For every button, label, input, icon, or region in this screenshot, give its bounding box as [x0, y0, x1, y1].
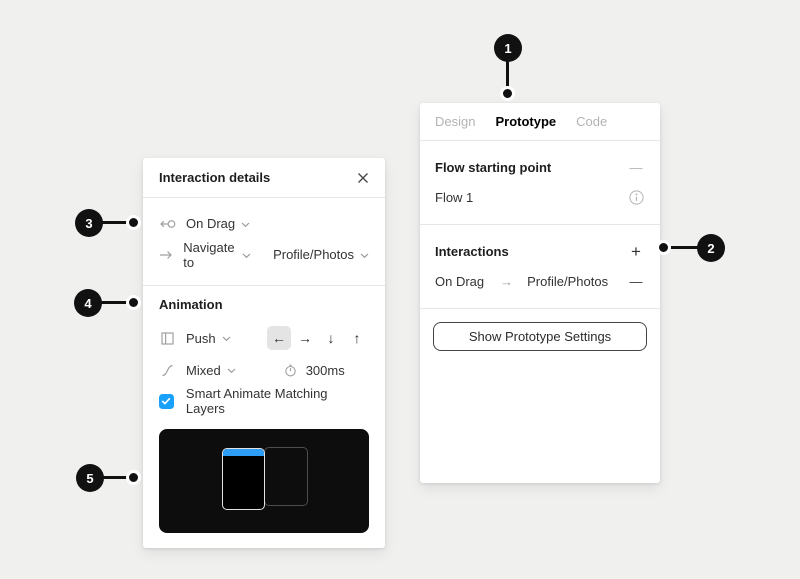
info-icon[interactable]	[627, 189, 645, 205]
preview-frame-header-bar	[223, 449, 264, 456]
chevron-down-icon	[222, 336, 231, 342]
preview-frame-target	[264, 447, 308, 506]
animation-type-row: Push ← → ↓ ↑	[159, 322, 369, 354]
duration-value[interactable]: 300ms	[306, 363, 345, 378]
animation-heading-row: Animation	[159, 286, 369, 322]
animation-heading: Animation	[159, 296, 223, 312]
panel-tabs: Design Prototype Code	[420, 103, 660, 141]
trigger-label: On Drag	[186, 216, 236, 231]
smart-animate-checkbox[interactable]	[159, 393, 174, 409]
action-row: Navigate to Profile/Photos	[159, 239, 369, 270]
easing-row: Mixed 300ms	[159, 354, 369, 386]
destination-dropdown[interactable]: Profile/Photos	[273, 247, 369, 262]
trigger-row: On Drag	[159, 208, 369, 239]
settings-button-area: Show Prototype Settings	[420, 309, 660, 364]
direction-down-button[interactable]: ↓	[319, 326, 343, 350]
arrow-right-icon	[159, 250, 173, 260]
dialog-title: Interaction details	[159, 170, 271, 185]
callout-5-badge: 5	[76, 464, 104, 492]
callout-3-dot	[126, 215, 141, 230]
callout-5-dot	[126, 470, 141, 485]
duration-clock-icon	[284, 364, 297, 377]
trigger-dropdown[interactable]: On Drag	[186, 216, 250, 231]
animation-type-dropdown[interactable]: Push	[186, 331, 231, 346]
chevron-down-icon	[242, 253, 251, 259]
callout-4-badge: 4	[74, 289, 102, 317]
dialog-header: Interaction details	[143, 158, 385, 198]
tab-code[interactable]: Code	[576, 114, 607, 129]
animation-type-label: Push	[186, 330, 216, 346]
animation-section: Animation Push ← → ↓ ↑ Mixed 300ms Smart…	[143, 286, 385, 533]
show-prototype-settings-button[interactable]: Show Prototype Settings	[433, 322, 647, 351]
interaction-arrow-icon: →	[500, 273, 514, 289]
direction-left-button[interactable]: ←	[267, 326, 291, 350]
action-label: Navigate to	[183, 239, 235, 270]
preview-frame-active	[222, 448, 265, 510]
chevron-down-icon	[360, 253, 369, 259]
callout-2-line	[667, 246, 699, 249]
interaction-details-dialog: Interaction details On Drag Navigate to	[143, 158, 385, 548]
close-icon[interactable]	[357, 172, 369, 184]
destination-label: Profile/Photos	[273, 247, 354, 262]
chevron-down-icon	[227, 368, 236, 374]
push-animation-icon	[159, 331, 176, 345]
callout-1-badge: 1	[494, 34, 522, 62]
tab-prototype[interactable]: Prototype	[495, 114, 556, 129]
flow-name[interactable]: Flow 1	[435, 190, 473, 205]
flow-heading-row: Flow starting point —	[435, 152, 645, 182]
interactions-section: Interactions + On Drag → Profile/Photos …	[420, 225, 660, 309]
add-interaction-icon[interactable]: +	[627, 243, 645, 260]
interaction-row[interactable]: On Drag → Profile/Photos —	[435, 266, 645, 296]
direction-button-group: ← → ↓ ↑	[267, 326, 369, 350]
interactions-heading: Interactions	[435, 243, 509, 259]
smart-animate-row: Smart Animate Matching Layers	[159, 386, 369, 416]
direction-right-button[interactable]: →	[293, 326, 317, 350]
flow-starting-point-section: Flow starting point — Flow 1	[420, 141, 660, 225]
on-drag-icon	[159, 218, 176, 230]
easing-dropdown[interactable]: Mixed	[186, 363, 236, 378]
flow-heading: Flow starting point	[435, 159, 552, 175]
callout-2-dot	[656, 240, 671, 255]
smart-animate-label: Smart Animate Matching Layers	[185, 386, 328, 416]
action-dropdown[interactable]: Navigate to	[183, 240, 251, 270]
tab-design[interactable]: Design	[435, 114, 475, 129]
interaction-trigger: On Drag	[435, 273, 485, 289]
remove-interaction-icon[interactable]: —	[627, 274, 645, 289]
chevron-down-icon	[241, 222, 250, 228]
interactions-heading-row: Interactions +	[435, 236, 645, 266]
callout-4-dot	[126, 295, 141, 310]
animation-preview	[159, 429, 369, 533]
remove-flow-icon[interactable]: —	[627, 160, 645, 175]
interaction-target: Profile/Photos	[527, 273, 609, 289]
easing-curve-icon	[159, 364, 176, 377]
trigger-section: On Drag Navigate to Profile/Photos	[143, 198, 385, 286]
callout-1-dot	[500, 86, 515, 101]
prototype-properties-panel: Design Prototype Code Flow starting poin…	[420, 103, 660, 483]
callout-3-badge: 3	[75, 209, 103, 237]
direction-up-button[interactable]: ↑	[345, 326, 369, 350]
callout-2-badge: 2	[697, 234, 725, 262]
easing-label: Mixed	[186, 362, 221, 378]
flow-name-row: Flow 1	[435, 182, 645, 212]
